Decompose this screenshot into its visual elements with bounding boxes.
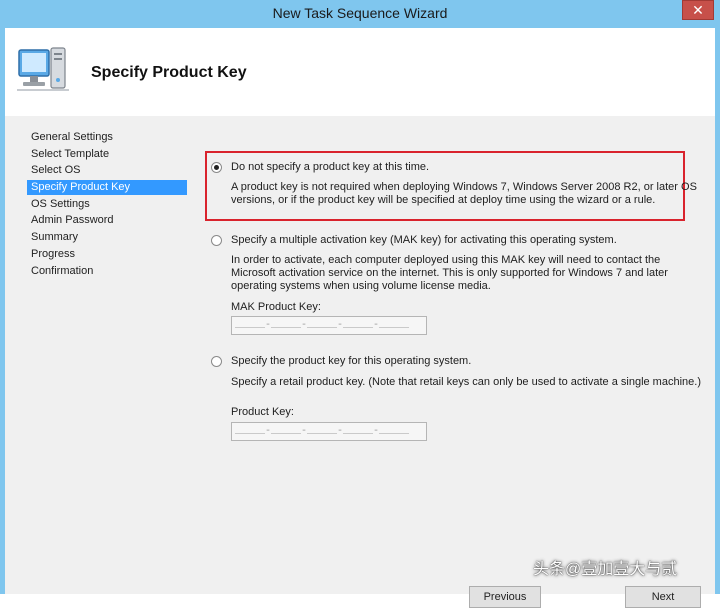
option-label: Do not specify a product key at this tim… bbox=[231, 161, 430, 173]
option-label: Specify the product key for this operati… bbox=[231, 355, 472, 367]
client-area: Specify Product Key General Settings Sel… bbox=[5, 28, 715, 608]
window-title: New Task Sequence Wizard bbox=[272, 5, 448, 21]
nav-item-progress[interactable]: Progress bbox=[27, 247, 187, 262]
step-navigation: General Settings Select Template Select … bbox=[5, 116, 195, 594]
nav-item-general-settings[interactable]: General Settings bbox=[27, 130, 187, 145]
option-description: Specify a retail product key. (Note that… bbox=[231, 376, 701, 388]
computer-wizard-icon bbox=[17, 47, 69, 91]
option-description: A product key is not required when deplo… bbox=[231, 181, 697, 206]
nav-item-admin-password[interactable]: Admin Password bbox=[27, 213, 187, 228]
option-label: Specify a multiple activation key (MAK k… bbox=[231, 234, 617, 246]
page-title: Specify Product Key bbox=[91, 64, 247, 81]
product-key-label: Product Key: bbox=[231, 406, 294, 418]
wizard-window: New Task Sequence Wizard ✕ Specify Produ… bbox=[0, 0, 720, 608]
nav-item-select-template[interactable]: Select Template bbox=[27, 147, 187, 162]
wizard-body: General Settings Select Template Select … bbox=[5, 116, 715, 608]
option-description: In order to activate, each computer depl… bbox=[231, 254, 668, 292]
close-button[interactable]: ✕ bbox=[682, 0, 714, 20]
nav-item-os-settings[interactable]: OS Settings bbox=[27, 197, 187, 212]
previous-button[interactable]: Previous bbox=[469, 586, 541, 608]
close-icon: ✕ bbox=[692, 2, 704, 18]
nav-item-summary[interactable]: Summary bbox=[27, 230, 187, 245]
nav-item-select-os[interactable]: Select OS bbox=[27, 163, 187, 178]
title-bar[interactable]: New Task Sequence Wizard ✕ bbox=[0, 0, 720, 28]
product-key-input[interactable]: _____-_____-_____-_____-_____ bbox=[231, 422, 427, 441]
radio-mak-key[interactable] bbox=[211, 235, 222, 246]
radio-no-product-key[interactable] bbox=[211, 162, 222, 173]
mak-key-label: MAK Product Key: bbox=[231, 301, 321, 313]
nav-item-specify-product-key[interactable]: Specify Product Key bbox=[27, 180, 187, 195]
nav-item-confirmation[interactable]: Confirmation bbox=[27, 264, 187, 279]
watermark: 头条@壹加壹大与贰 bbox=[533, 561, 678, 578]
mak-key-input[interactable]: _____-_____-_____-_____-_____ bbox=[231, 316, 427, 335]
product-key-options: Do not specify a product key at this tim… bbox=[197, 116, 715, 608]
wizard-header: Specify Product Key bbox=[5, 28, 715, 116]
radio-retail-key[interactable] bbox=[211, 356, 222, 367]
next-button[interactable]: Next bbox=[625, 586, 701, 608]
